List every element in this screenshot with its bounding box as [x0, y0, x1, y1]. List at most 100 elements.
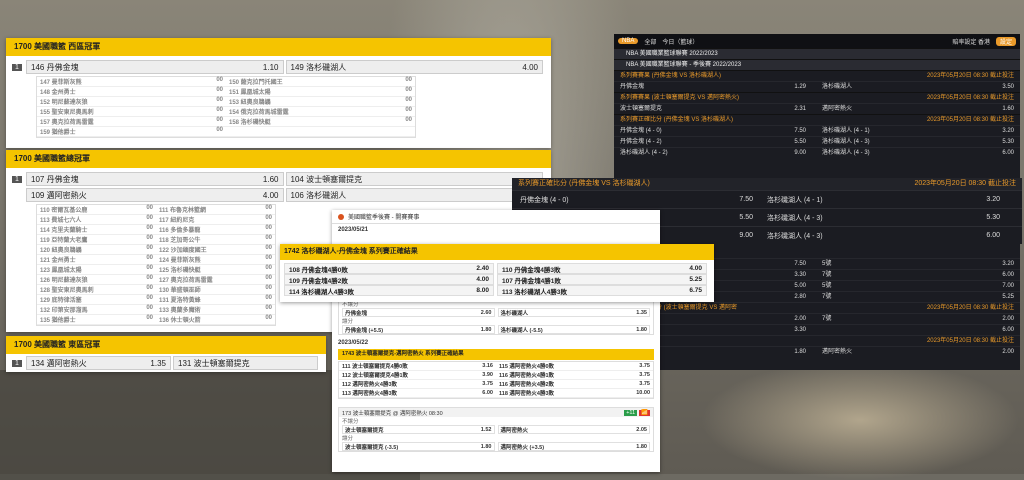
odds-option[interactable]: 151 鳳凰城太陽 00: [226, 87, 415, 97]
odds-option[interactable]: 118 邁阿密熱火4勝3敗 10.00: [496, 389, 653, 398]
odds-value[interactable]: [737, 336, 777, 346]
odds-option[interactable]: 丹佛金塊 (+5.5) 1.80: [342, 325, 495, 334]
more-markets-button[interactable]: +11: [624, 409, 638, 416]
filter-all[interactable]: 全部: [644, 37, 656, 46]
odds-value[interactable]: 2.31: [782, 104, 822, 114]
selection-label[interactable]: 7號: [822, 270, 984, 280]
odds-option[interactable]: 邁阿密熱火 2.05: [497, 425, 650, 434]
odds-option[interactable]: 113 邁阿密熱火4勝3敗 6.00: [339, 389, 496, 398]
odds-option[interactable]: 112 邁阿密熱火4勝3敗 3.75: [339, 380, 496, 389]
odds-value[interactable]: 7.50: [782, 126, 822, 136]
odds-cell-right[interactable]: 149 洛杉磯湖人 4.00: [285, 60, 543, 74]
odds-option[interactable]: 136 休士頓火箭 00: [156, 315, 275, 325]
selection-label[interactable]: 丹佛金塊 (4 - 0): [520, 195, 707, 205]
odds-option[interactable]: [226, 127, 415, 137]
odds-value[interactable]: 7.50: [782, 259, 822, 269]
odds-value[interactable]: 3.20: [954, 196, 1014, 203]
odds-option[interactable]: 153 紐奧良鵜鶘 00: [226, 97, 415, 107]
odds-value[interactable]: 3.20: [984, 259, 1014, 269]
odds-option[interactable]: 125 洛杉磯快艇 00: [156, 265, 275, 275]
odds-option[interactable]: 132 印第安那溜馬 00: [37, 305, 156, 315]
odds-option[interactable]: 154 俄克拉荷馬城雷霆 00: [226, 107, 415, 117]
odds-option[interactable]: 107 丹佛金塊4勝1敗 5.25: [497, 274, 707, 285]
odds-option[interactable]: 131 夏洛特黃蜂 00: [156, 295, 275, 305]
odds-cell-right[interactable]: 131 波士頓塞爾提克: [173, 356, 318, 370]
odds-value[interactable]: 5.30: [954, 214, 1014, 221]
odds-value[interactable]: 6.00: [984, 270, 1014, 280]
filter-today[interactable]: 今日（籃球）: [662, 37, 698, 46]
odds-option[interactable]: 110 密爾瓦基公鹿 00: [37, 205, 156, 215]
odds-option[interactable]: 113 洛杉磯湖人4勝3敗 6.75: [497, 285, 707, 296]
odds-option[interactable]: 123 鳳凰城太陽 00: [37, 265, 156, 275]
odds-option[interactable]: 159 猶他爵士 00: [37, 127, 226, 137]
market-group-header[interactable]: 系列賽賽果 (波士頓塞爾提克 VS 邁阿密熱火) 2023年05月20日 08:3…: [614, 92, 1020, 103]
odds-value[interactable]: 2.80: [782, 292, 822, 302]
odds-option[interactable]: 111 布魯克林籃網 00: [156, 205, 275, 215]
odds-value[interactable]: 6.00: [954, 232, 1014, 239]
odds-option[interactable]: 150 薩克拉門托國王 00: [226, 77, 415, 87]
odds-value[interactable]: 1.80: [782, 347, 822, 357]
odds-option[interactable]: 洛杉磯湖人 (-5.5) 1.80: [497, 325, 650, 334]
odds-option[interactable]: 157 奧克拉荷馬雷霆 00: [37, 117, 226, 127]
odds-value[interactable]: 1.60: [984, 104, 1014, 114]
settings-button[interactable]: 設定: [995, 36, 1016, 46]
market-group-header[interactable]: 系列賽正確比分 (丹佛金塊 VS 洛杉磯湖人) 2023年05月20日 08:30…: [614, 114, 1020, 125]
odds-value[interactable]: 5.25: [984, 292, 1014, 302]
odds-value[interactable]: 2.00: [984, 347, 1014, 357]
odds-value[interactable]: 5.50: [782, 137, 822, 147]
odds-value[interactable]: 2023年05月20日 08:30 截止投注: [894, 303, 1014, 313]
selection-label[interactable]: 洛杉磯湖人 (4 - 3): [822, 137, 984, 147]
selection-label[interactable]: [822, 325, 984, 335]
odds-option[interactable]: 洛杉磯湖人 1.35: [497, 308, 650, 317]
selection-label[interactable]: 7號: [822, 292, 984, 302]
odds-value[interactable]: 6.00: [984, 148, 1014, 158]
odds-value[interactable]: 5.50: [707, 214, 767, 221]
odds-value[interactable]: 3.20: [984, 126, 1014, 136]
selection-label[interactable]: 7號: [822, 314, 984, 324]
odds-option[interactable]: 112 波士頓塞爾提克4勝1敗 3.90: [339, 371, 496, 380]
odds-option[interactable]: 128 聖安東尼奧馬刺 00: [37, 285, 156, 295]
odds-option[interactable]: 110 丹佛金塊4勝3敗 4.00: [497, 263, 707, 274]
selection-label[interactable]: 丹佛金塊: [620, 82, 782, 92]
odds-value[interactable]: 9.00: [782, 148, 822, 158]
odds-value[interactable]: 9.00: [707, 232, 767, 239]
odds-option[interactable]: 120 紐奧良鵜鶘 00: [37, 245, 156, 255]
sport-pill[interactable]: NBA: [618, 38, 639, 44]
selection-label[interactable]: 洛杉磯湖人 (4 - 2): [620, 148, 782, 158]
odds-format-select[interactable]: 賠率設定 香港: [952, 37, 990, 46]
odds-value[interactable]: 2.00: [782, 314, 822, 324]
odds-option[interactable]: 122 沙加緬度國王 00: [156, 245, 275, 255]
odds-value[interactable]: 3.30: [782, 270, 822, 280]
odds-option[interactable]: 丹佛金塊 2.60: [342, 308, 495, 317]
odds-option[interactable]: 113 費城七六人 00: [37, 215, 156, 225]
selection-label[interactable]: 洛杉磯湖人 (4 - 3): [767, 231, 954, 241]
odds-option[interactable]: 121 金州勇士 00: [37, 255, 156, 265]
odds-option[interactable]: 119 亞特蘭大老鷹 00: [37, 235, 156, 245]
odds-option[interactable]: 118 芝加哥公牛 00: [156, 235, 275, 245]
selection-label[interactable]: 5號: [822, 259, 984, 269]
odds-value[interactable]: 6.00: [984, 325, 1014, 335]
selection-label[interactable]: 洛杉磯湖人 (4 - 1): [767, 195, 954, 205]
odds-cell-left[interactable]: 134 邁阿密熱火 1.35: [26, 356, 171, 370]
selection-label[interactable]: 洛杉磯湖人 (4 - 3): [767, 213, 954, 223]
odds-option[interactable]: 116 邁阿密熱火4勝1敗 3.75: [496, 371, 653, 380]
odds-option[interactable]: 邁阿密熱火 (+3.5) 1.80: [497, 442, 650, 451]
selection-label[interactable]: 丹佛金塊 (4 - 0): [620, 126, 782, 136]
odds-value[interactable]: [737, 303, 777, 313]
odds-option[interactable]: 158 洛杉磯快艇 00: [226, 117, 415, 127]
selection-label[interactable]: 邁阿密熱火: [822, 104, 984, 114]
odds-option[interactable]: 114 洛杉磯湖人4勝3敗 8.00: [284, 285, 494, 296]
selection-label[interactable]: [777, 303, 894, 313]
odds-value[interactable]: 5.30: [984, 137, 1014, 147]
odds-value[interactable]: 1.29: [782, 82, 822, 92]
odds-value[interactable]: 2.00: [984, 314, 1014, 324]
stats-icon[interactable]: 📶: [639, 409, 650, 416]
league-section[interactable]: NBA 美國職業籃球聯賽 2022/2023: [614, 48, 1020, 59]
odds-option[interactable]: 127 奧克拉荷馬雷霆 00: [156, 275, 275, 285]
odds-value[interactable]: 2023年05月20日 08:30 截止投注: [894, 336, 1014, 346]
odds-option[interactable]: 116 多倫多暴龍 00: [156, 225, 275, 235]
odds-cell[interactable]: 106 洛杉磯湖人: [285, 188, 543, 202]
selection-label[interactable]: 丹佛金塊 (4 - 2): [620, 137, 782, 147]
odds-option[interactable]: 148 金州勇士 00: [37, 87, 226, 97]
selection-label[interactable]: 洛杉磯湖人: [822, 82, 984, 92]
